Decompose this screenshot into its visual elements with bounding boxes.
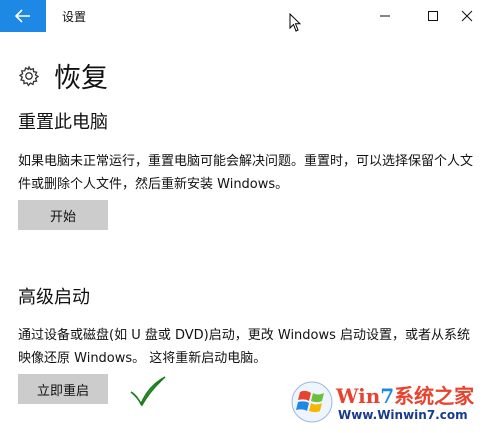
back-arrow-icon xyxy=(15,9,30,23)
reset-description: 如果电脑未正常运行，重置电脑可能会解决问题。重置时，可以选择保留个人文件或删除个… xyxy=(18,154,474,192)
reset-section-title: 重置此电脑 xyxy=(18,112,108,133)
mouse-cursor-icon xyxy=(289,13,301,32)
gear-icon xyxy=(18,64,40,87)
minimize-icon xyxy=(380,15,390,17)
close-icon xyxy=(461,10,473,22)
minimize-button[interactable] xyxy=(362,0,408,32)
page-header: 恢复 xyxy=(18,56,108,95)
page-title: 恢复 xyxy=(54,63,108,94)
back-button[interactable] xyxy=(0,0,46,32)
watermark: Win7系统之家 Www.Winwin7.com xyxy=(288,374,488,430)
close-button[interactable] xyxy=(444,0,490,32)
advanced-startup-description: 通过设备或磁盘(如 U 盘或 DVD)启动，更改 Windows 启动设置，或者… xyxy=(18,328,471,366)
window-title: 设置 xyxy=(62,10,87,24)
start-button[interactable]: 开始 xyxy=(18,200,108,230)
green-checkmark-icon xyxy=(130,376,166,407)
windows-logo-icon xyxy=(291,381,333,423)
watermark-url: Www.Winwin7.com xyxy=(338,408,468,422)
maximize-icon xyxy=(428,11,438,21)
title-bar: 设置 xyxy=(0,0,490,32)
restart-now-button[interactable]: 立即重启 xyxy=(18,374,108,404)
watermark-brand: Win7系统之家 xyxy=(336,384,475,408)
advanced-startup-title: 高级启动 xyxy=(18,287,90,308)
